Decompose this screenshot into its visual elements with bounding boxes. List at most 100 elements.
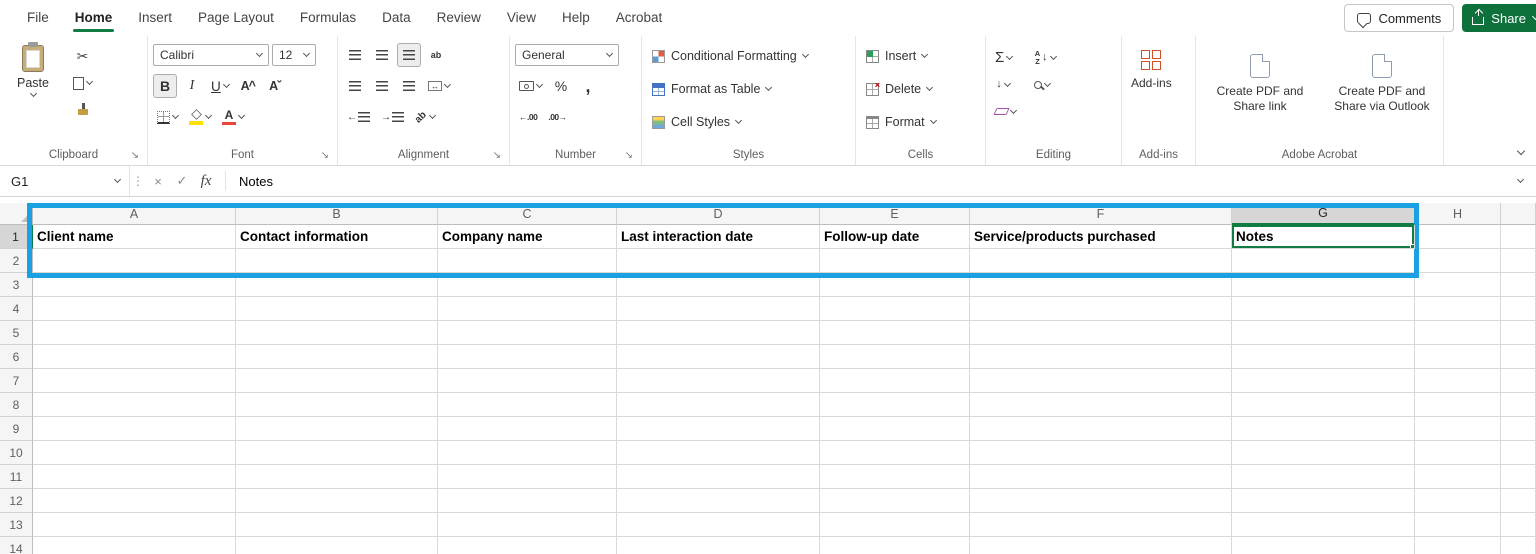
cell-D10[interactable] (617, 441, 820, 465)
cell-C10[interactable] (438, 441, 617, 465)
align-top-button[interactable] (343, 43, 367, 67)
align-left-button[interactable] (343, 74, 367, 98)
menu-tab-formulas[interactable]: Formulas (287, 2, 369, 35)
column-header-H[interactable]: H (1415, 203, 1501, 225)
cell-filler[interactable] (1501, 225, 1536, 249)
cell-E7[interactable] (820, 369, 970, 393)
row-header-1[interactable]: 1 (0, 225, 33, 249)
column-header-C[interactable]: C (438, 203, 617, 225)
cell-G5[interactable] (1232, 321, 1415, 345)
select-all-corner[interactable] (0, 203, 33, 225)
cell-H7[interactable] (1415, 369, 1501, 393)
cell-A4[interactable] (33, 297, 236, 321)
cell-F13[interactable] (970, 513, 1232, 537)
cell-B13[interactable] (236, 513, 438, 537)
cell-A13[interactable] (33, 513, 236, 537)
accounting-format-button[interactable] (515, 74, 546, 98)
cut-button[interactable]: ✂ (69, 44, 96, 68)
cell-G7[interactable] (1232, 369, 1415, 393)
percent-style-button[interactable]: % (549, 74, 573, 98)
column-header-A[interactable]: A (33, 203, 236, 225)
cell-D11[interactable] (617, 465, 820, 489)
menu-tab-help[interactable]: Help (549, 2, 603, 35)
cell-D14[interactable] (617, 537, 820, 554)
decrease-font-size-button[interactable]: Aˇ (263, 74, 287, 98)
cell-G3[interactable] (1232, 273, 1415, 297)
row-header-14[interactable]: 14 (0, 537, 33, 554)
cell-G12[interactable] (1232, 489, 1415, 513)
cell-G9[interactable] (1232, 417, 1415, 441)
row-header-2[interactable]: 2 (0, 249, 33, 273)
cell-C9[interactable] (438, 417, 617, 441)
paste-button[interactable]: Paste (5, 42, 61, 98)
cell-E10[interactable] (820, 441, 970, 465)
cell-A12[interactable] (33, 489, 236, 513)
font-size-select[interactable]: 12 (272, 44, 316, 66)
add-ins-button[interactable]: Add-ins (1127, 42, 1176, 145)
row-header-12[interactable]: 12 (0, 489, 33, 513)
find-select-button[interactable] (1030, 73, 1054, 97)
orientation-button[interactable]: ab (411, 105, 439, 129)
cell-filler[interactable] (1501, 537, 1536, 554)
cell-F12[interactable] (970, 489, 1232, 513)
cell-A3[interactable] (33, 273, 236, 297)
menu-tab-view[interactable]: View (494, 2, 549, 35)
cell-E13[interactable] (820, 513, 970, 537)
cell-F6[interactable] (970, 345, 1232, 369)
decrease-decimal-button[interactable]: .00→ (544, 105, 570, 129)
column-header-D[interactable]: D (617, 203, 820, 225)
cell-H5[interactable] (1415, 321, 1501, 345)
cell-A9[interactable] (33, 417, 236, 441)
cell-filler[interactable] (1501, 465, 1536, 489)
decrease-indent-button[interactable]: ← (343, 105, 374, 129)
cell-F1[interactable]: Service/products purchased (970, 225, 1232, 249)
column-header-E[interactable]: E (820, 203, 970, 225)
cell-H14[interactable] (1415, 537, 1501, 554)
share-button[interactable]: Share (1462, 4, 1536, 32)
cell-H4[interactable] (1415, 297, 1501, 321)
column-header-G[interactable]: G (1232, 203, 1415, 225)
row-header-10[interactable]: 10 (0, 441, 33, 465)
insert-function-button[interactable]: fx (194, 166, 218, 196)
cell-B8[interactable] (236, 393, 438, 417)
format-as-table-button[interactable]: Format as Table (647, 75, 776, 103)
cell-B12[interactable] (236, 489, 438, 513)
merge-center-button[interactable]: ↔ (424, 74, 454, 98)
format-cells-button[interactable]: Format (861, 108, 941, 136)
borders-button[interactable] (153, 105, 182, 129)
cell-C8[interactable] (438, 393, 617, 417)
dialog-launcher-icon[interactable]: ↘ (493, 151, 501, 161)
cell-A10[interactable] (33, 441, 236, 465)
cell-C11[interactable] (438, 465, 617, 489)
cell-G1[interactable]: Notes (1232, 225, 1415, 249)
cell-F14[interactable] (970, 537, 1232, 554)
column-header-B[interactable]: B (236, 203, 438, 225)
row-header-6[interactable]: 6 (0, 345, 33, 369)
cell-C6[interactable] (438, 345, 617, 369)
enter-button[interactable]: ✓ (170, 166, 194, 196)
copy-button[interactable] (69, 71, 96, 95)
cell-G2[interactable] (1232, 249, 1415, 273)
cell-C2[interactable] (438, 249, 617, 273)
increase-indent-button[interactable]: → (377, 105, 408, 129)
cell-G8[interactable] (1232, 393, 1415, 417)
cell-B2[interactable] (236, 249, 438, 273)
cell-G4[interactable] (1232, 297, 1415, 321)
cell-D6[interactable] (617, 345, 820, 369)
cell-H6[interactable] (1415, 345, 1501, 369)
cell-filler[interactable] (1501, 321, 1536, 345)
cell-E1[interactable]: Follow-up date (820, 225, 970, 249)
cell-G6[interactable] (1232, 345, 1415, 369)
cell-D9[interactable] (617, 417, 820, 441)
align-right-button[interactable] (397, 74, 421, 98)
cell-filler[interactable] (1501, 441, 1536, 465)
cell-H11[interactable] (1415, 465, 1501, 489)
cell-C4[interactable] (438, 297, 617, 321)
bold-button[interactable]: B (153, 74, 177, 98)
cell-D5[interactable] (617, 321, 820, 345)
align-middle-button[interactable] (370, 43, 394, 67)
cell-G10[interactable] (1232, 441, 1415, 465)
cell-B5[interactable] (236, 321, 438, 345)
cell-G13[interactable] (1232, 513, 1415, 537)
cell-B6[interactable] (236, 345, 438, 369)
